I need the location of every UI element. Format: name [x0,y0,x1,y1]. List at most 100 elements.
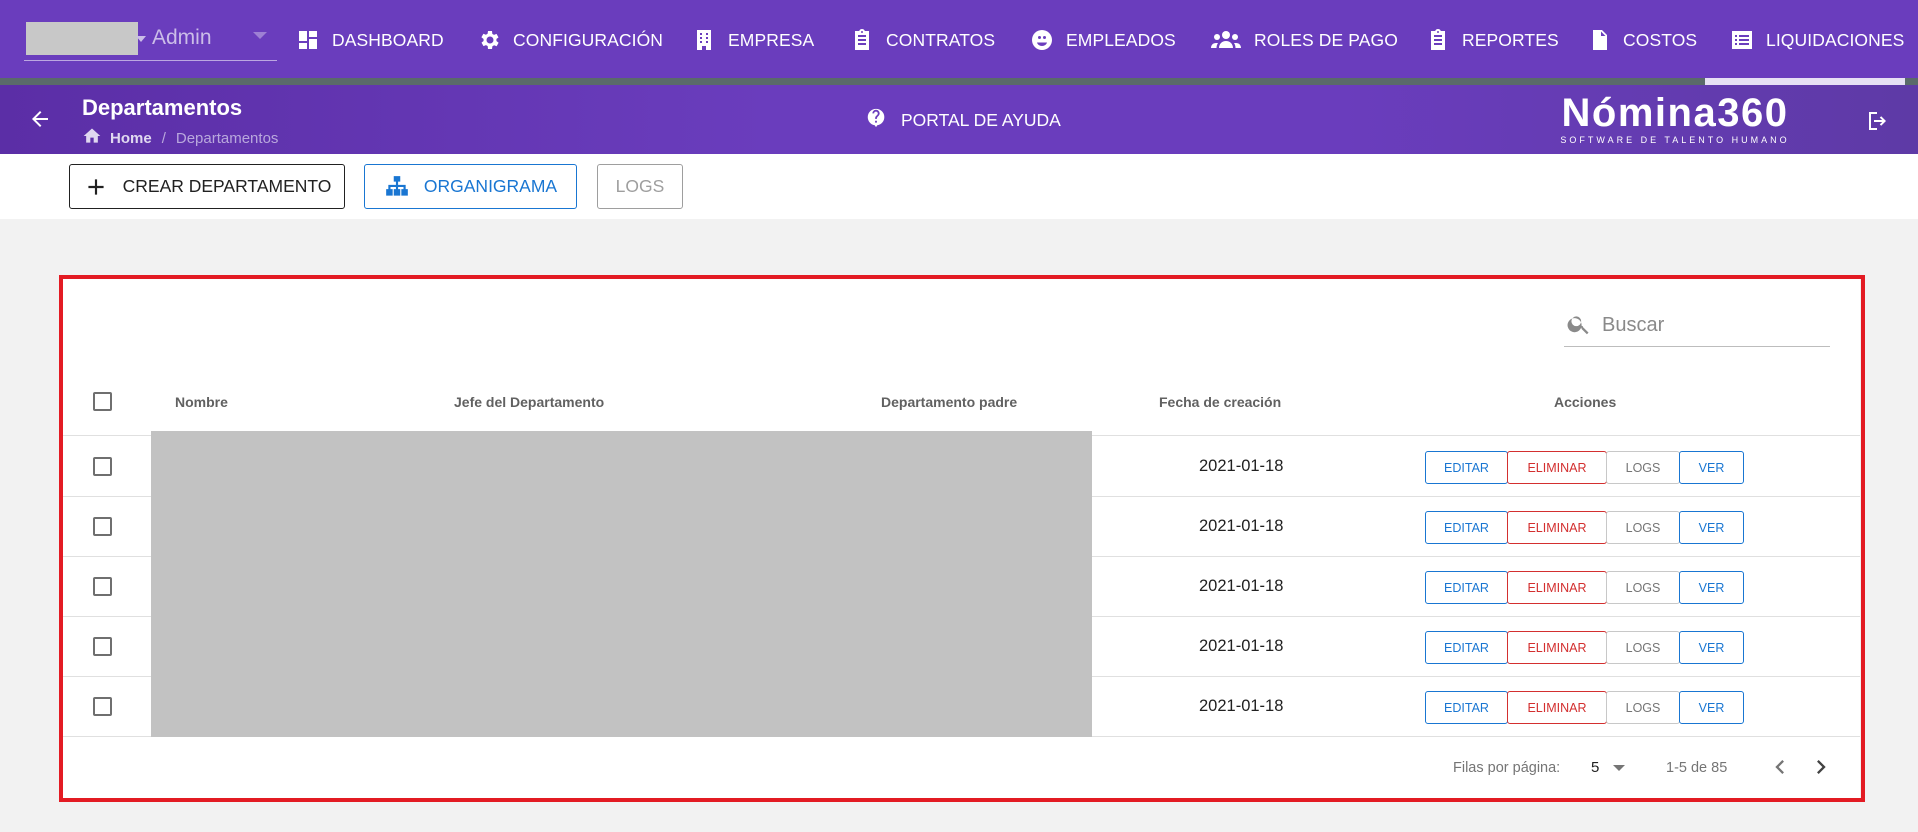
creation-date: 2021-01-18 [1199,637,1284,655]
caret-down-icon [1613,764,1626,771]
nav-empresa[interactable]: EMPRESA [692,22,814,58]
back-arrow-icon[interactable] [28,107,52,131]
nav-active-indicator [1705,78,1905,85]
nav-label: EMPRESA [728,29,815,50]
column-header-fecha[interactable]: Fecha de creación [1159,394,1281,410]
nav-reportes[interactable]: REPORTES [1426,22,1559,58]
nav-costos[interactable]: COSTOS [1587,22,1697,58]
nav-label: CONTRATOS [886,29,996,50]
delete-button[interactable]: ELIMINAR [1507,451,1607,484]
breadcrumb-home[interactable]: Home [110,130,152,147]
row-logs-button[interactable]: LOGS [1606,691,1680,724]
nav-empleados[interactable]: EMPLEADOS [1030,22,1176,58]
brand-tagline: SOFTWARE DE TALENTO HUMANO [1560,135,1790,145]
breadcrumb-current: Departamentos [175,129,279,147]
row-logs-button[interactable]: LOGS [1606,451,1680,484]
create-department-button[interactable]: CREAR DEPARTAMENTO [69,164,345,209]
nav-active-indicator-track [0,78,1918,85]
search-icon [1567,316,1589,335]
nav-label: REPORTES [1462,29,1559,50]
view-button[interactable]: VER [1679,691,1744,724]
row-actions: EDITAR ELIMINAR LOGS VER [1425,691,1744,724]
chevron-right-icon[interactable] [1807,753,1835,781]
row-checkbox[interactable] [93,697,112,716]
chevron-left-icon[interactable] [1766,753,1794,781]
row-checkbox[interactable] [93,457,112,476]
nav-label: ROLES DE PAGO [1254,29,1398,50]
redacted-table-content [151,431,1092,737]
user-dropdown-icon[interactable] [253,32,267,39]
creation-date: 2021-01-18 [1199,577,1284,595]
view-button[interactable]: VER [1679,511,1744,544]
edit-button[interactable]: EDITAR [1425,691,1508,724]
people-icon [1210,28,1242,52]
nav-liquidaciones[interactable]: LIQUIDACIONES [1730,22,1904,58]
column-header-departamento-padre[interactable]: Departamento padre [881,394,1017,410]
row-checkbox[interactable] [93,637,112,656]
rows-per-page-select[interactable]: 5 [1591,759,1626,776]
view-button[interactable]: VER [1679,571,1744,604]
row-actions: EDITAR ELIMINAR LOGS VER [1425,451,1744,484]
home-icon[interactable] [82,126,102,150]
row-checkbox[interactable] [93,577,112,596]
face-icon [1030,28,1054,52]
rows-per-page-label: Filas por página: [1453,760,1561,776]
select-all-checkbox[interactable] [93,392,112,411]
delete-button[interactable]: ELIMINAR [1507,691,1607,724]
help-portal-link[interactable]: PORTAL DE AYUDA [865,107,1061,134]
nav-dashboard[interactable]: DASHBOARD [296,22,444,58]
org-chart-label: ORGANIGRAMA [423,176,558,196]
column-header-jefe[interactable]: Jefe del Departamento [454,394,604,410]
search-input[interactable] [1602,310,1822,340]
view-button[interactable]: VER [1679,451,1744,484]
table-header: Nombre Jefe del Departamento Departament… [63,372,1860,436]
logs-button[interactable]: LOGS [597,164,683,209]
clipboard-icon [1426,28,1450,52]
clipboard-icon [850,28,874,52]
page-header: Departamentos Home / Departamentos PORTA… [0,85,1918,154]
org-chart-button[interactable]: ORGANIGRAMA [364,164,577,209]
column-header-acciones: Acciones [1554,394,1617,410]
building-icon [692,28,716,52]
nav-label: DASHBOARD [332,29,444,50]
user-selector[interactable]: Admin [24,18,277,61]
help-label: PORTAL DE AYUDA [901,110,1061,130]
breadcrumb-separator: / [161,129,166,147]
row-logs-button[interactable]: LOGS [1606,631,1680,664]
nav-roles-de-pago[interactable]: ROLES DE PAGO [1210,22,1398,58]
nav-configuracion[interactable]: CONFIGURACIÓN [477,22,663,58]
edit-button[interactable]: EDITAR [1425,451,1508,484]
dollar-file-icon [1587,28,1611,52]
top-nav: Admin DASHBOARD CONFIGURACIÓN EMPRESA CO… [0,0,1918,85]
user-name: Admin [152,26,212,49]
create-department-label: CREAR DEPARTAMENTO [122,176,332,196]
view-button[interactable]: VER [1679,631,1744,664]
edit-button[interactable]: EDITAR [1425,511,1508,544]
nav-contratos[interactable]: CONTRATOS [850,22,995,58]
nav-label: CONFIGURACIÓN [513,29,664,50]
row-actions: EDITAR ELIMINAR LOGS VER [1425,631,1744,664]
list-icon [1730,28,1754,52]
pagination-range: 1-5 de 85 [1666,760,1728,776]
row-actions: EDITAR ELIMINAR LOGS VER [1425,571,1744,604]
column-header-nombre[interactable]: Nombre [175,394,228,410]
dashboard-icon [296,28,320,52]
search-box[interactable] [1564,304,1830,347]
delete-button[interactable]: ELIMINAR [1507,571,1607,604]
delete-button[interactable]: ELIMINAR [1507,511,1607,544]
table-pagination: Filas por página: 5 1-5 de 85 [63,737,1860,797]
row-logs-button[interactable]: LOGS [1606,571,1680,604]
edit-button[interactable]: EDITAR [1425,571,1508,604]
redacted-user-field [26,22,138,55]
nav-label: EMPLEADOS [1066,29,1176,50]
nav-label: COSTOS [1623,29,1698,50]
delete-button[interactable]: ELIMINAR [1507,631,1607,664]
edit-button[interactable]: EDITAR [1425,631,1508,664]
action-toolbar: CREAR DEPARTAMENTO ORGANIGRAMA LOGS [0,154,1918,219]
row-checkbox[interactable] [93,517,112,536]
breadcrumb: Home / Departamentos [82,126,278,150]
row-logs-button[interactable]: LOGS [1606,511,1680,544]
help-icon [865,107,887,134]
brand-name: Nómina360 [1561,91,1789,135]
logout-icon[interactable] [1865,109,1889,138]
